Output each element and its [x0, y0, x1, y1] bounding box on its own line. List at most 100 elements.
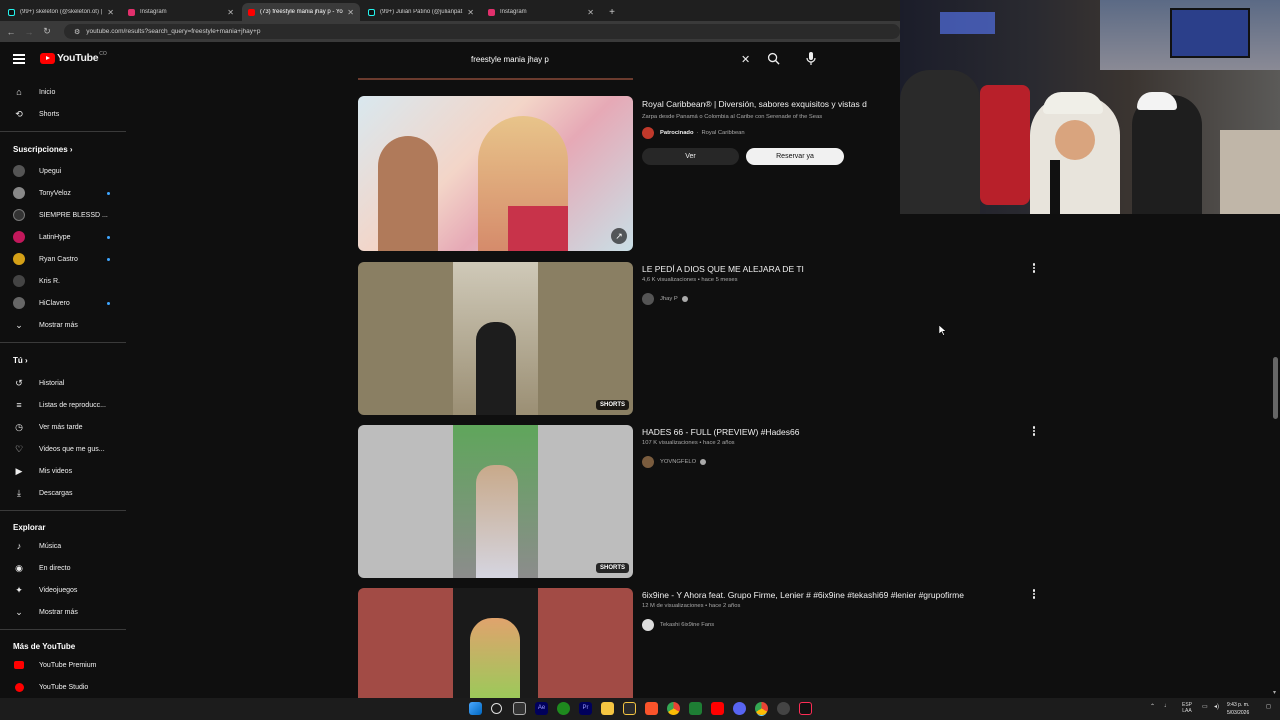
- tiktok-app-icon[interactable]: [799, 702, 812, 715]
- sidebar-item-subscription[interactable]: Ryan Castro: [0, 249, 128, 269]
- browser-tab[interactable]: Instagram ✕: [482, 3, 600, 21]
- youtube-logo[interactable]: YouTube CO: [40, 51, 107, 64]
- browser-tab[interactable]: (99+) Julián Patiño (@julianpat ✕: [362, 3, 480, 21]
- reload-icon[interactable]: ↻: [38, 26, 56, 37]
- channel-link[interactable]: YOVNGFELO: [642, 456, 707, 468]
- language-indicator[interactable]: ESP LAA: [1182, 702, 1192, 714]
- xbox-icon[interactable]: [557, 702, 570, 715]
- start-icon[interactable]: [469, 702, 482, 715]
- person-figure: [470, 618, 520, 698]
- app-icon[interactable]: [623, 702, 636, 715]
- sidebar-item-downloads[interactable]: ⤓ Descargas: [0, 483, 128, 503]
- task-view-icon[interactable]: [513, 702, 526, 715]
- network-icon[interactable]: ▭: [1202, 703, 1208, 710]
- volume-icon[interactable]: ◂): [1214, 703, 1219, 710]
- sidebar-item-youtube-premium[interactable]: YouTube Premium: [0, 655, 128, 675]
- scrollbar-thumb[interactable]: [1273, 357, 1278, 419]
- close-tab-icon[interactable]: ✕: [107, 8, 114, 17]
- mic-tray-icon[interactable]: ♩: [1164, 703, 1170, 709]
- sidebar-item-shorts[interactable]: ⟲ Shorts: [0, 104, 128, 124]
- video-thumbnail[interactable]: SHORTS: [358, 262, 633, 415]
- show-more-explore[interactable]: ⌄ Mostrar más: [0, 602, 128, 622]
- search-icon[interactable]: [491, 703, 502, 714]
- sidebar-item-label: HiClavero: [39, 299, 70, 307]
- close-tab-icon[interactable]: ✕: [587, 8, 594, 17]
- close-tab-icon[interactable]: ✕: [347, 8, 354, 17]
- site-info-icon[interactable]: ⚙: [74, 28, 80, 36]
- sidebar-item-subscription[interactable]: TonyVeloz: [0, 183, 128, 203]
- scroll-down-icon[interactable]: ▾: [1273, 689, 1278, 696]
- sidebar-item-subscription[interactable]: Kris R.: [0, 271, 128, 291]
- search-icon[interactable]: [767, 52, 780, 65]
- ad-description: Zarpa desde Panamá o Colombia al Caribe …: [642, 114, 823, 120]
- close-tab-icon[interactable]: ✕: [227, 8, 234, 17]
- sidebar-item-liked-videos[interactable]: ♡ Videos que me gus...: [0, 439, 128, 459]
- sidebar-item-subscription[interactable]: LatinHype: [0, 227, 128, 247]
- sidebar-item-label: YouTube Premium: [39, 661, 97, 669]
- youtube-app-icon[interactable]: [711, 702, 724, 715]
- scrollbar-track[interactable]: [1271, 214, 1280, 698]
- more-options-icon[interactable]: [1032, 588, 1036, 600]
- channel-link[interactable]: Jhay P: [642, 293, 688, 305]
- sidebar-item-subscription[interactable]: SIEMPRE BLESSD ...: [0, 205, 128, 225]
- video-thumbnail[interactable]: SHORTS: [358, 425, 633, 578]
- sidebar-item-label: Descargas: [39, 489, 73, 497]
- browser-tab[interactable]: Instagram ✕: [122, 3, 240, 21]
- browser-tab[interactable]: (99+) skeleton (@skeleton.ot) | T ✕: [2, 3, 120, 21]
- new-tab-button[interactable]: +: [604, 3, 620, 21]
- ad-title[interactable]: Royal Caribbean® | Diversión, sabores ex…: [642, 99, 867, 109]
- video-thumbnail[interactable]: [358, 588, 633, 698]
- chrome-active-icon[interactable]: [755, 702, 768, 715]
- sidebar-item-watch-later[interactable]: ◷ Ver más tarde: [0, 417, 128, 437]
- sidebar-item-youtube-studio[interactable]: YouTube Studio: [0, 677, 128, 697]
- you-header[interactable]: Tú ›: [13, 356, 28, 365]
- tray-chevron-icon[interactable]: ⌃: [1150, 703, 1155, 710]
- obs-icon[interactable]: [777, 702, 790, 715]
- file-explorer-icon[interactable]: [601, 702, 614, 715]
- search-input[interactable]: freestyle mania jhay p: [460, 49, 760, 70]
- new-content-dot: [107, 191, 110, 195]
- back-icon[interactable]: ←: [2, 27, 20, 37]
- chevron-down-icon: ⌄: [15, 606, 23, 617]
- view-button[interactable]: Ver: [642, 148, 739, 165]
- chrome-icon[interactable]: [667, 702, 680, 715]
- url-field[interactable]: ⚙ youtube.com/results?search_query=freest…: [64, 24, 900, 39]
- after-effects-icon[interactable]: Ae: [535, 702, 548, 715]
- more-options-icon[interactable]: [1032, 262, 1036, 274]
- more-from-youtube-header: Más de YouTube: [13, 642, 76, 651]
- microphone-icon[interactable]: [804, 51, 818, 66]
- sidebar-item-live[interactable]: ◉ En directo: [0, 558, 128, 578]
- show-more-subscriptions[interactable]: ⌄ Mostrar más: [0, 315, 128, 335]
- sidebar-item-subscription[interactable]: Upegui: [0, 161, 128, 181]
- browser-tab-active[interactable]: (73) freestyle mania jhay p - Yo ✕: [242, 3, 360, 21]
- avatar: [13, 187, 25, 199]
- excel-icon[interactable]: [689, 702, 702, 715]
- notifications-icon[interactable]: ◻: [1266, 703, 1271, 710]
- external-link-icon[interactable]: ↗: [611, 228, 627, 244]
- sidebar-item-my-videos[interactable]: ▶ Mis videos: [0, 461, 128, 481]
- video-title[interactable]: LE PEDÍ A DIOS QUE ME ALEJARA DE TI: [642, 264, 804, 274]
- video-title[interactable]: 6ix9ine - Y Ahora feat. Grupo Firme, Len…: [642, 590, 964, 600]
- subscriptions-header[interactable]: Suscripciones ›: [13, 145, 73, 154]
- sidebar-item-gaming[interactable]: ✦ Videojuegos: [0, 580, 128, 600]
- sidebar-item-home[interactable]: ⌂ Inicio: [0, 82, 128, 102]
- forward-icon[interactable]: →: [20, 27, 38, 37]
- clock[interactable]: 9:43 p. m. 5/03/2026: [1227, 701, 1249, 717]
- sidebar-item-subscription[interactable]: HiClavero: [0, 293, 128, 313]
- ad-thumbnail[interactable]: ↗: [358, 96, 633, 251]
- sidebar-item-history[interactable]: ↺ Historial: [0, 373, 128, 393]
- brave-icon[interactable]: [645, 702, 658, 715]
- menu-icon[interactable]: [13, 54, 25, 64]
- book-now-button[interactable]: Reservar ya: [746, 148, 844, 165]
- sidebar-item-playlists[interactable]: ≡ Listas de reproducc...: [0, 395, 128, 415]
- new-content-dot: [107, 257, 110, 261]
- clear-search-icon[interactable]: ✕: [741, 53, 750, 66]
- video-title[interactable]: HADES 66 - FULL (PREVIEW) #Hades66: [642, 427, 799, 437]
- ad-advertiser[interactable]: Patrocinado · Royal Caribbean: [642, 127, 745, 139]
- sidebar-item-music[interactable]: ♪ Música: [0, 536, 128, 556]
- more-options-icon[interactable]: [1032, 425, 1036, 437]
- channel-link[interactable]: Tekashi 6ix9ine Fans: [642, 619, 714, 631]
- premiere-icon[interactable]: Pr: [579, 702, 592, 715]
- discord-icon[interactable]: [733, 702, 746, 715]
- close-tab-icon[interactable]: ✕: [467, 8, 474, 17]
